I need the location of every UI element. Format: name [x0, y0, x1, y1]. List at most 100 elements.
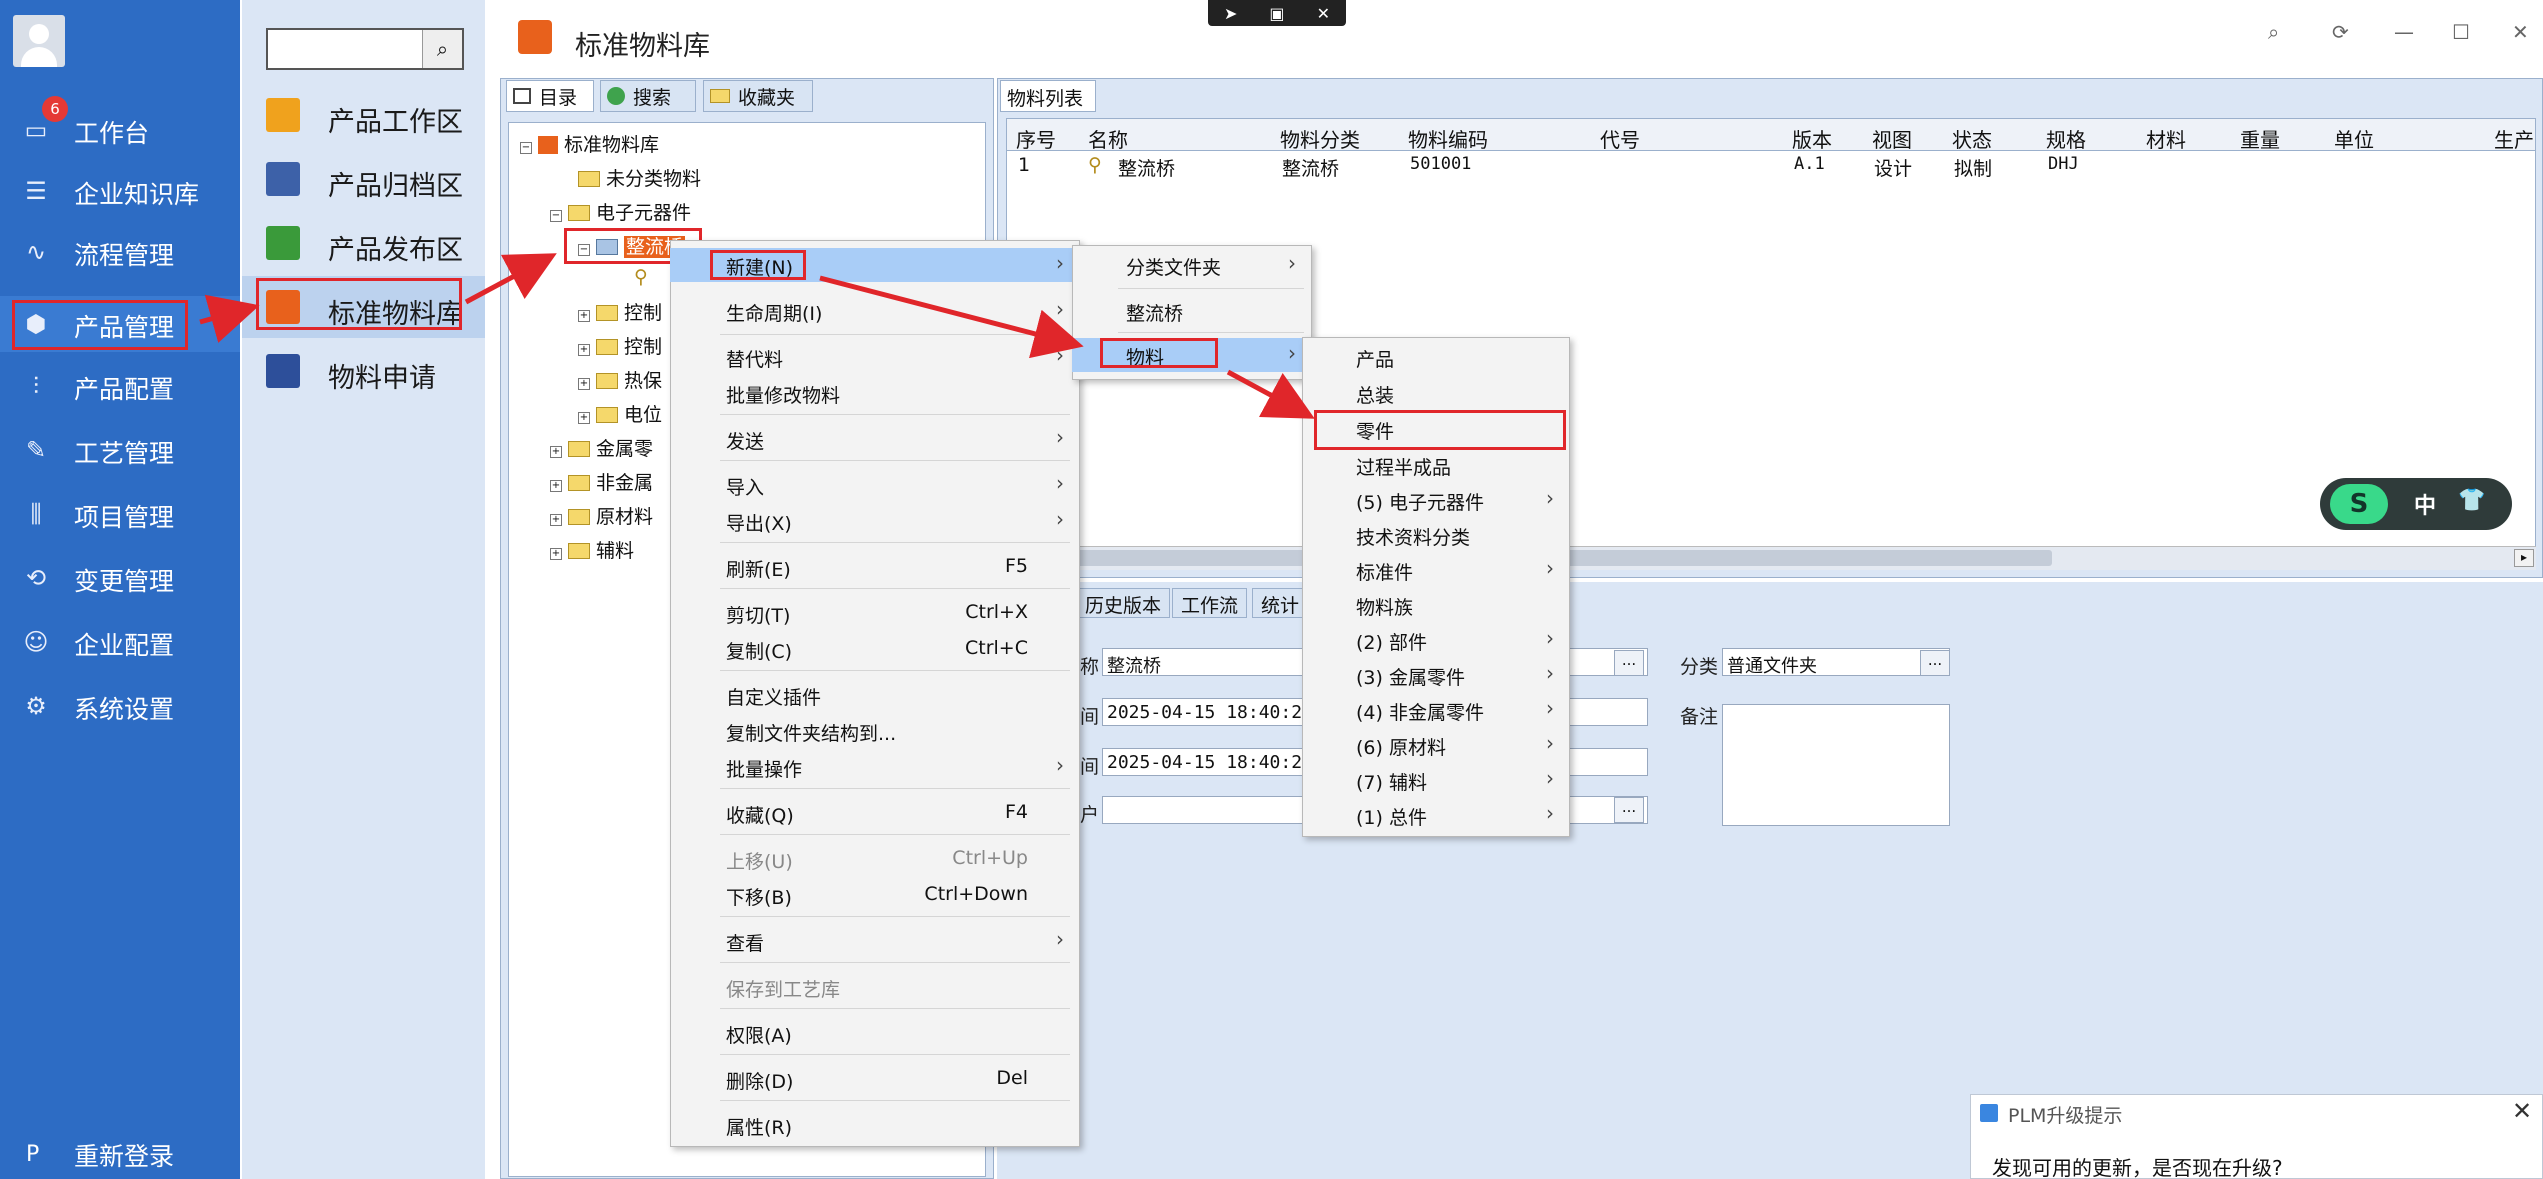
menu-item-permission[interactable]: 权限(A) [670, 1016, 1080, 1050]
ime-skin-icon[interactable]: 👕 [2458, 488, 2485, 513]
nav-item-process[interactable]: ✎ 工艺管理 [0, 422, 240, 478]
nav-item-settings[interactable]: ⚙ 系统设置 [0, 678, 240, 734]
search-icon[interactable]: ⌕ [2268, 20, 2279, 44]
tree-node-raw[interactable]: + 原材料 [550, 502, 653, 529]
tree-node-unclassified[interactable]: 未分类物料 [578, 164, 701, 191]
menu-item-favorite[interactable]: 收藏(Q) F4 [670, 796, 1080, 830]
sub-item-archive[interactable]: 产品归档区 [242, 148, 485, 210]
column-header[interactable]: 物料编码 [1408, 124, 1488, 153]
menu-item-metal-part[interactable]: (3) 金属零件 › [1302, 658, 1570, 692]
menu-item-properties[interactable]: 属性(R) [670, 1108, 1080, 1142]
sub-item-workspace[interactable]: 产品工作区 [242, 84, 485, 146]
menu-item-delete[interactable]: 删除(D) Del [670, 1062, 1080, 1096]
menu-item-auxiliary[interactable]: (7) 辅料 › [1302, 763, 1570, 797]
menu-item-custom-plugin[interactable]: 自定义插件 [670, 678, 1080, 712]
menu-item-save-process[interactable]: 保存到工艺库 [670, 970, 1080, 1004]
column-header[interactable]: 单位 [2334, 124, 2374, 153]
menu-item-cut[interactable]: 剪切(T) Ctrl+X [670, 596, 1080, 630]
ime-logo-icon[interactable]: S [2330, 484, 2388, 524]
horizontal-scrollbar[interactable]: ▸ [1006, 546, 2536, 570]
menu-item-refresh[interactable]: 刷新(E) F5 [670, 550, 1080, 584]
browse-button[interactable]: ... [1614, 797, 1644, 823]
maximize-button[interactable]: ☐ [2452, 20, 2470, 44]
tree-node-ctrl2[interactable]: + 控制 [578, 332, 662, 359]
nav-item-knowledge[interactable]: ☰ 企业知识库 [0, 163, 240, 219]
menu-item-raw-material[interactable]: (6) 原材料 › [1302, 728, 1570, 762]
menu-item-semi-finished[interactable]: 过程半成品 [1302, 448, 1570, 482]
column-header[interactable]: 代号 [1600, 124, 1640, 153]
tree-node-nonmetal[interactable]: + 非金属 [550, 468, 653, 495]
screen-icon[interactable]: ▣ [1269, 4, 1284, 23]
column-header[interactable]: 材料 [2146, 124, 2186, 153]
tree-node-ctrl1[interactable]: + 控制 [578, 298, 662, 325]
tree-node-aux[interactable]: + 辅料 [550, 536, 634, 563]
close-icon[interactable]: ✕ [2512, 1097, 2532, 1125]
nav-item-flow[interactable]: ∿ 流程管理 [0, 224, 240, 280]
column-header[interactable]: 生产 [2494, 124, 2534, 153]
tab-statistics[interactable]: 统计 [1252, 588, 1309, 618]
nav-item-project[interactable]: ⫼ 项目管理 [0, 486, 240, 542]
column-header[interactable]: 重量 [2240, 124, 2280, 153]
menu-item-send[interactable]: 发送 › [670, 422, 1080, 456]
tree-node-metal[interactable]: + 金属零 [550, 434, 653, 461]
ime-language-toggle[interactable]: 中 [2414, 488, 2436, 520]
tree-node-electronic[interactable]: − 电子元器件 [550, 198, 691, 225]
menu-item-lifecycle[interactable]: 生命周期(I) › [670, 294, 1080, 328]
tab-search[interactable]: 搜索 [600, 80, 696, 112]
menu-item-batch-ops[interactable]: 批量操作 › [670, 750, 1080, 784]
tab-directory[interactable]: 目录 [506, 80, 594, 112]
menu-item-material-family[interactable]: 物料族 [1302, 588, 1570, 622]
menu-item-substitute[interactable]: 替代料 › [670, 340, 1080, 374]
menu-item-move-up[interactable]: 上移(U) Ctrl+Up [670, 842, 1080, 876]
menu-item-view[interactable]: 查看 › [670, 924, 1080, 958]
column-header[interactable]: 版本 [1792, 124, 1832, 153]
menu-item-export[interactable]: 导出(X) › [670, 504, 1080, 538]
nav-item-product-config[interactable]: ⫶ 产品配置 [0, 358, 240, 414]
category-field[interactable]: 普通文件夹 [1722, 648, 1950, 677]
browse-button[interactable]: ... [1614, 650, 1644, 676]
tab-workflow[interactable]: 工作流 [1172, 588, 1248, 618]
close-button[interactable]: ✕ [2512, 20, 2529, 44]
menu-item-assembly[interactable]: 总装 [1302, 376, 1570, 410]
browse-button[interactable]: ... [1920, 650, 1950, 676]
minimize-button[interactable]: — [2394, 20, 2414, 44]
tab-history[interactable]: 历史版本 [1076, 588, 1171, 618]
tree-node-thermal[interactable]: + 热保 [578, 366, 662, 393]
menu-item-batch-edit[interactable]: 批量修改物料 [670, 376, 1080, 410]
menu-item-standard-part[interactable]: 标准件 › [1302, 553, 1570, 587]
menu-item-import[interactable]: 导入 › [670, 468, 1080, 502]
tab-material-list[interactable]: 物料列表 [1000, 80, 1096, 112]
nav-item-change[interactable]: ⟲ 变更管理 [0, 550, 240, 606]
nav-item-enterprise[interactable]: ☺ 企业配置 [0, 614, 240, 670]
menu-item-tech-docs[interactable]: 技术资料分类 [1302, 518, 1570, 552]
menu-item-rectifier[interactable]: 整流桥 [1072, 294, 1312, 328]
menu-item-category-folder[interactable]: 分类文件夹 › [1072, 248, 1312, 282]
column-header[interactable]: 状态 [1952, 124, 1992, 153]
menu-item-move-down[interactable]: 下移(B) Ctrl+Down [670, 878, 1080, 912]
tree-root[interactable]: − 标准物料库 [520, 130, 659, 157]
tab-favorites[interactable]: 收藏夹 [703, 80, 813, 112]
sub-item-release[interactable]: 产品发布区 [242, 212, 485, 274]
tree-node-power[interactable]: + 电位 [578, 400, 662, 427]
menu-item-component[interactable]: (2) 部件 › [1302, 623, 1570, 657]
menu-item-product[interactable]: 产品 [1302, 340, 1570, 374]
column-header[interactable]: 序号 [1016, 124, 1056, 153]
scroll-right-icon[interactable]: ▸ [2514, 549, 2534, 567]
logout-link[interactable]: 重新登录 [74, 1137, 174, 1173]
column-header[interactable]: 规格 [2046, 124, 2086, 153]
refresh-icon[interactable]: ⟳ [2332, 20, 2349, 44]
menu-item-general-part[interactable]: (1) 总件 › [1302, 798, 1570, 832]
send-icon[interactable]: ➤ [1224, 4, 1237, 23]
menu-item-copy[interactable]: 复制(C) Ctrl+C [670, 632, 1080, 666]
column-header[interactable]: 名称 [1088, 124, 1128, 153]
remark-field[interactable] [1722, 704, 1950, 826]
avatar[interactable] [13, 15, 65, 67]
search-icon[interactable]: ⌕ [422, 30, 462, 68]
menu-item-copy-structure[interactable]: 复制文件夹结构到... [670, 714, 1080, 748]
column-header[interactable]: 视图 [1872, 124, 1912, 153]
nav-item-workbench[interactable]: ▭ 工作台 [0, 102, 240, 158]
close-icon[interactable]: ✕ [1317, 4, 1330, 23]
column-header[interactable]: 物料分类 [1280, 124, 1360, 153]
menu-item-nonmetal-part[interactable]: (4) 非金属零件 › [1302, 693, 1570, 727]
menu-item-electronic[interactable]: (5) 电子元器件 › [1302, 483, 1570, 517]
